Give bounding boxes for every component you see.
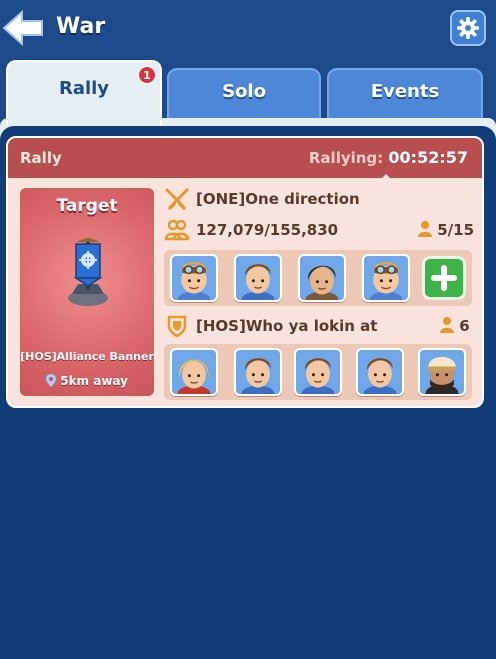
- hero-slot[interactable]: [418, 348, 466, 396]
- target-distance-text: 5km away: [60, 374, 128, 388]
- hero-dark-hair-icon: [300, 256, 344, 300]
- alliance-banner-icon: [68, 238, 108, 306]
- hero-slot[interactable]: [170, 348, 218, 396]
- attack-team-name: [ONE]One direction: [196, 190, 360, 208]
- hero-slot[interactable]: [356, 348, 404, 396]
- page-title: War: [56, 14, 106, 39]
- attack-hero-strip: [164, 250, 472, 306]
- rally-card-header: Rally Rallying: 00:52:57: [8, 138, 482, 178]
- crossed-swords-icon: [165, 188, 189, 210]
- gear-icon: [457, 17, 479, 39]
- person-icon: [440, 317, 454, 333]
- hero-brown-hair-icon: [296, 350, 340, 394]
- plus-icon: [431, 265, 457, 291]
- attack-team-power: 127,079/155,830: [196, 221, 339, 239]
- defense-team-members: 6: [440, 317, 470, 335]
- hero-bandana-icon: [420, 350, 464, 394]
- attack-team-members-text: 5/15: [437, 221, 475, 239]
- target-panel[interactable]: Target [HOS]Alliance Banner 5km away: [20, 188, 154, 396]
- hero-brown-hair-icon: [236, 256, 280, 300]
- rallying-timer: Rallying: 00:52:57: [309, 148, 468, 167]
- back-arrow-icon: [2, 9, 43, 47]
- rallying-label: Rallying:: [308, 149, 384, 167]
- hero-slot[interactable]: [294, 348, 342, 396]
- person-icon: [418, 221, 432, 237]
- top-bar: War: [0, 0, 496, 60]
- hero-brown-hair-icon: [358, 350, 402, 394]
- target-title: Target: [56, 196, 118, 216]
- tab-rally[interactable]: Rally 1: [6, 60, 162, 126]
- hero-slot[interactable]: [362, 254, 410, 302]
- shield-icon: [167, 315, 187, 338]
- tab-rally-label: Rally: [58, 77, 110, 99]
- add-hero-button[interactable]: [422, 256, 466, 300]
- settings-button[interactable]: [450, 10, 486, 46]
- location-pin-icon: [46, 374, 57, 387]
- target-name: [HOS]Alliance Banner: [20, 350, 154, 363]
- header-notch: [380, 174, 392, 180]
- tab-solo-label: Solo: [222, 80, 266, 102]
- rallying-time: 00:52:57: [388, 148, 468, 167]
- tab-events-label: Events: [370, 80, 440, 102]
- hero-brown-hair-icon: [236, 350, 280, 394]
- rally-card[interactable]: Rally Rallying: 00:52:57 Target [HOS]All…: [6, 136, 484, 408]
- hero-slot[interactable]: [234, 348, 282, 396]
- hero-goggles-icon: [172, 256, 216, 300]
- rally-header-label: Rally: [20, 149, 62, 167]
- hero-slot[interactable]: [298, 254, 346, 302]
- attack-team-members: 5/15: [418, 221, 474, 239]
- troops-icon: [164, 219, 190, 241]
- defense-team-name: [HOS]Who ya lokin at: [196, 317, 378, 335]
- hero-blonde-icon: [172, 350, 216, 394]
- hero-slot[interactable]: [234, 254, 282, 302]
- defense-team-members-text: 6: [459, 317, 470, 335]
- hero-goggles-icon: [364, 256, 408, 300]
- target-distance: 5km away: [20, 374, 154, 388]
- back-button[interactable]: [2, 8, 44, 48]
- notification-badge: 1: [138, 66, 156, 84]
- hero-slot[interactable]: [170, 254, 218, 302]
- defense-hero-strip: [164, 344, 472, 400]
